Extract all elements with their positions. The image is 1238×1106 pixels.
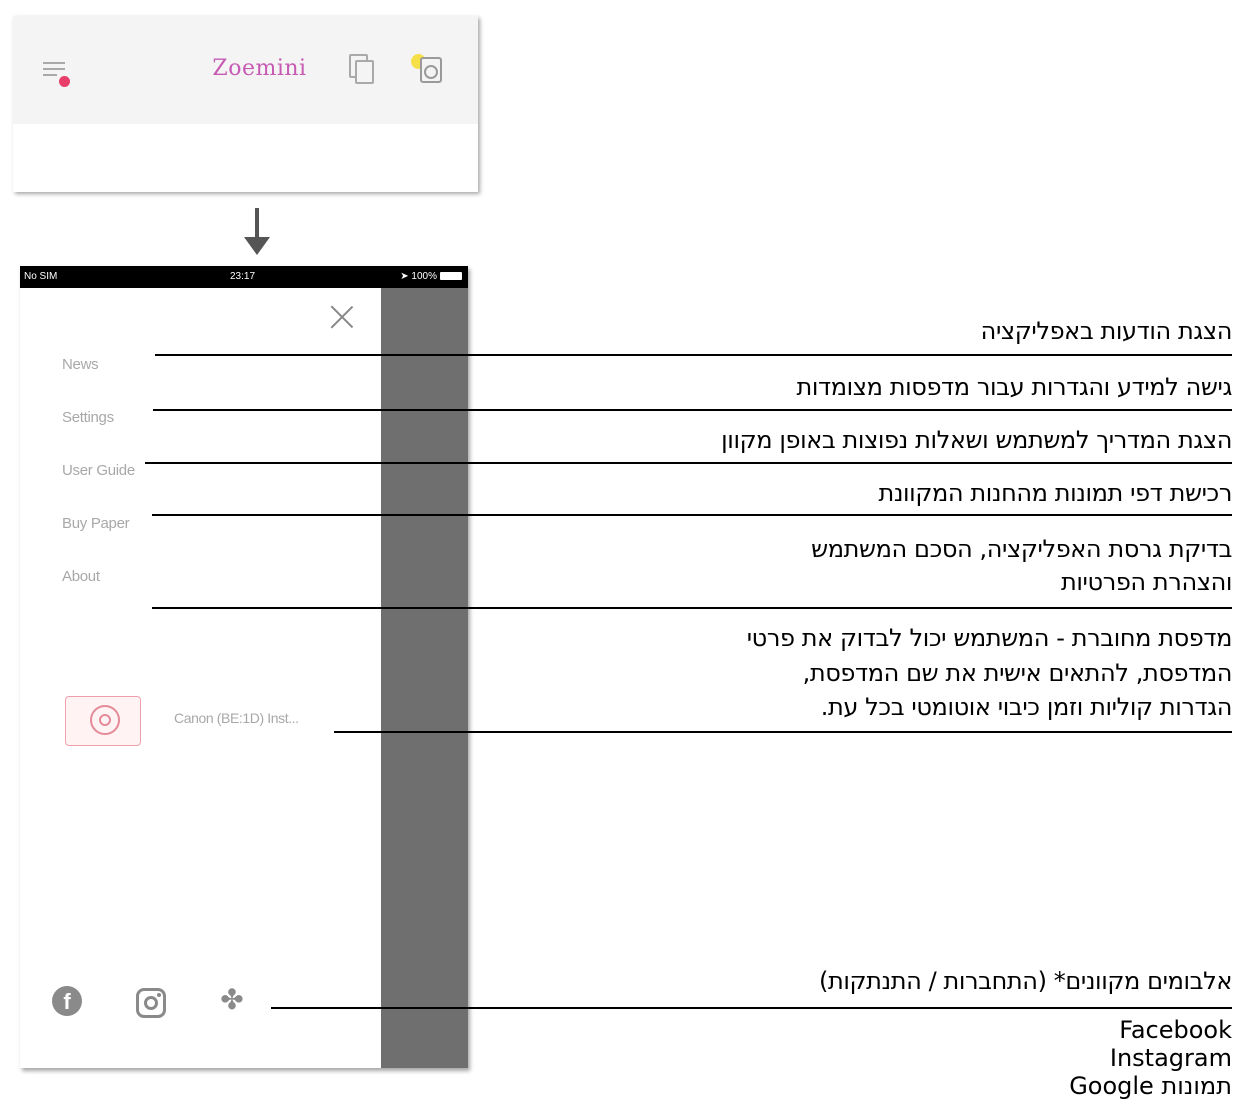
side-menu-screenshot: No SIM 23:17 ➤ 100% News Settings User G… [20, 266, 468, 1068]
callout-buy-paper: רכישת דפי תמונות מהחנות המקוונת [878, 479, 1232, 507]
arrow-down-icon [244, 237, 270, 255]
brand-text: Zoemini [212, 56, 307, 81]
menu-item-buy-paper[interactable]: Buy Paper [62, 515, 130, 532]
menu-item-news[interactable]: News [62, 356, 99, 373]
callout-news: הצגת הודעות באפליקציה [980, 317, 1233, 345]
app-header-card: Zoemini [13, 16, 478, 192]
callout-line-printer [334, 731, 1232, 733]
menu-item-about[interactable]: About [62, 568, 100, 585]
dimmed-overlay[interactable] [381, 288, 468, 1068]
battery-indicator: ➤ 100% [400, 271, 462, 282]
callout-line-albums [271, 1007, 1232, 1009]
callout-user-guide: הצגת המדריך למשתמש ושאלות נפוצות באופן מ… [721, 426, 1232, 454]
callout-line-news [155, 354, 1232, 356]
albums-list-google-photos: תמונות Google [1069, 1072, 1232, 1100]
callout-printer-line1: מדפסת מחוברת - המשתמש יכול לבדוק את פרטי [746, 624, 1233, 652]
app-header-bar: Zoemini [13, 16, 478, 124]
connected-printer-name[interactable]: Canon (BE:1D) Inst... [174, 710, 299, 726]
google-photos-icon[interactable]: ✤ [216, 984, 248, 1016]
carrier-label: No SIM [24, 271, 58, 282]
printer-thumbnail-icon[interactable] [65, 696, 141, 746]
callout-settings: גישה למידע והגדרות עבור מדפסות מצומדות [796, 373, 1233, 401]
instagram-icon[interactable] [136, 988, 166, 1018]
facebook-icon[interactable]: f [52, 986, 82, 1016]
albums-list-facebook: Facebook [1119, 1016, 1232, 1044]
callout-about-line1: בדיקת גרסת האפליקציה, הסכם המשתמש [811, 535, 1232, 563]
albums-list-instagram: Instagram [1109, 1044, 1232, 1072]
callout-albums: אלבומים מקוונים* (התחברות / התנתקות) [819, 967, 1232, 995]
copy-icon[interactable] [349, 54, 374, 84]
callout-line-user-guide [145, 462, 1232, 464]
printer-icon[interactable] [411, 54, 447, 86]
menu-item-user-guide[interactable]: User Guide [62, 462, 135, 479]
callout-line-about [152, 607, 1232, 609]
callout-line-settings [153, 409, 1232, 411]
callout-printer-line2: המדפסת, להתאים אישית את שם המדפסת, [802, 659, 1233, 687]
callout-about-line2: והצהרת הפרטיות [1061, 568, 1232, 596]
callout-printer-line3: הגדרות קוליות וזמן כיבוי אוטומטי בכל עת. [820, 693, 1233, 721]
close-icon[interactable] [330, 305, 353, 329]
callout-line-buy-paper [152, 514, 1232, 516]
clock: 23:17 [230, 271, 256, 282]
battery-icon [440, 272, 462, 281]
menu-item-settings[interactable]: Settings [62, 409, 114, 426]
battery-label: 100% [411, 271, 437, 282]
brand-logo: Zoemini [13, 56, 478, 81]
status-bar: No SIM 23:17 ➤ 100% [20, 266, 468, 288]
